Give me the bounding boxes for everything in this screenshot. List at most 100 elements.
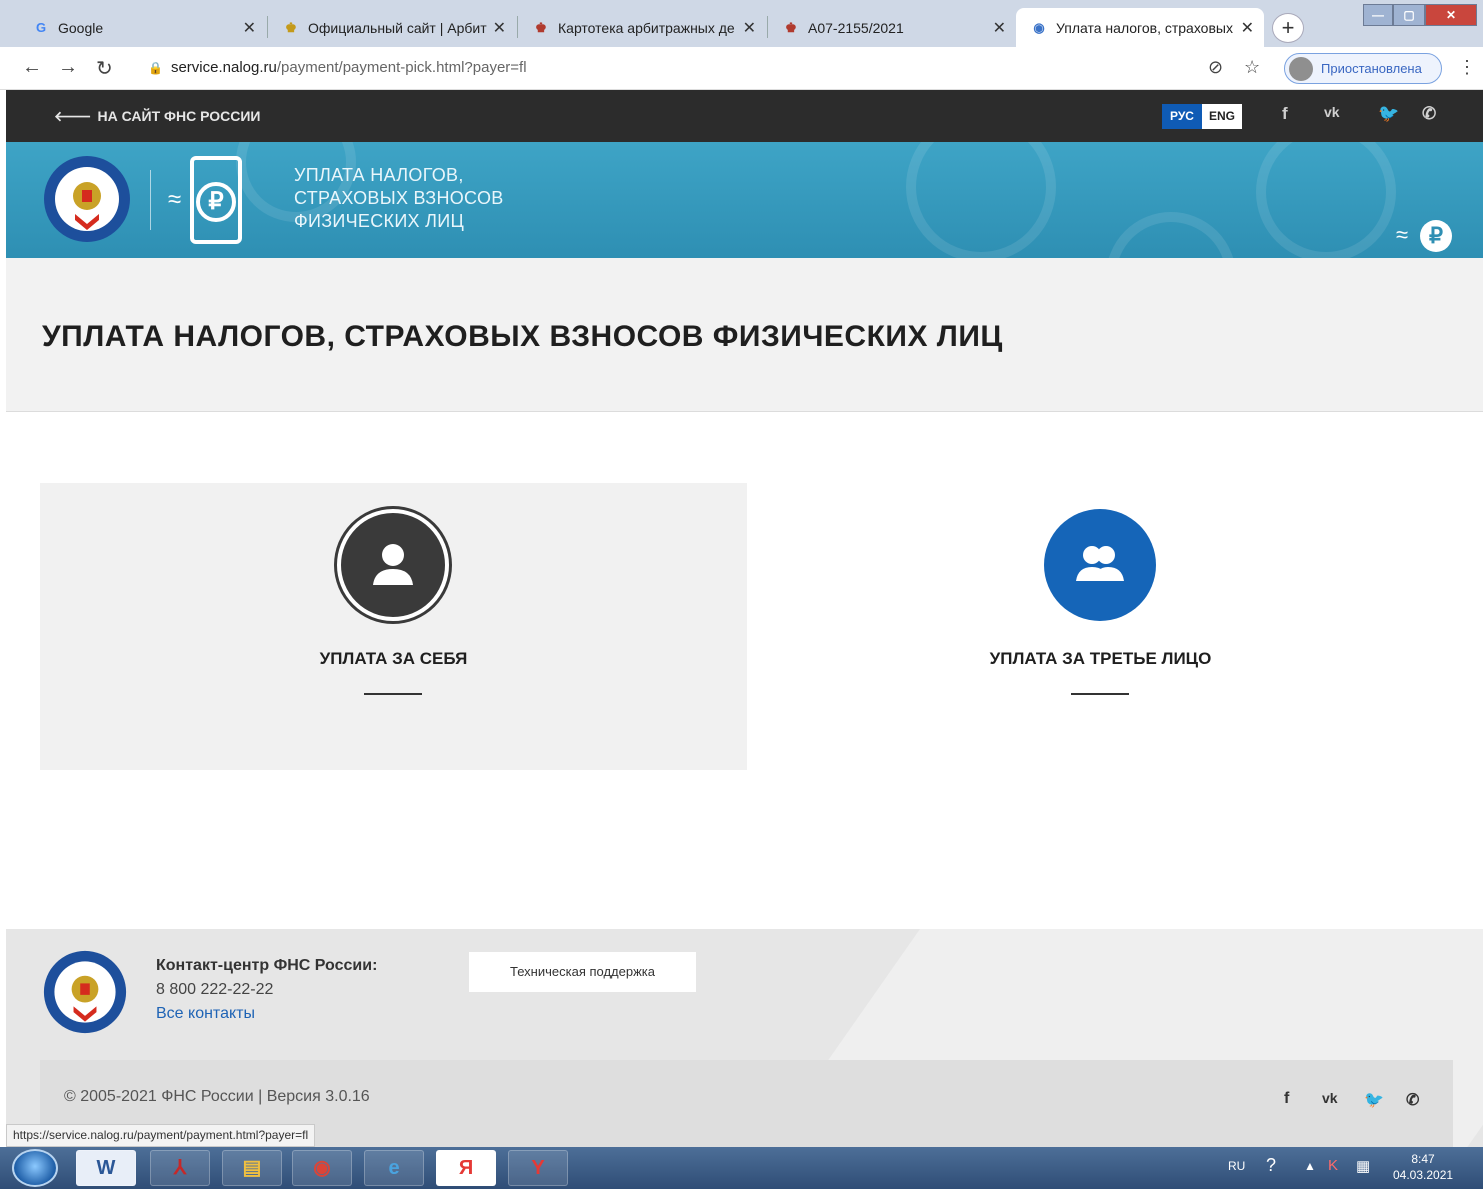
option-circle (337, 509, 449, 621)
lock-icon: 🔒 (148, 61, 163, 75)
browser-tab-active[interactable]: ◉ Уплата налогов, страховых ✕ (1016, 8, 1264, 47)
fns-emblem-icon (44, 156, 130, 242)
new-tab-button[interactable]: + (1272, 13, 1304, 43)
close-tab-icon[interactable]: ✕ (993, 18, 1006, 38)
page-header: УПЛАТА НАЛОГОВ, СТРАХОВЫХ ВЗНОСОВ ФИЗИЧЕ… (6, 258, 1483, 412)
chrome-icon[interactable]: ◉ (292, 1150, 352, 1186)
arrow-left-icon: 🡐 (54, 108, 92, 124)
close-tab-icon[interactable]: ✕ (243, 18, 256, 38)
network-icon[interactable]: ▦ (1356, 1157, 1370, 1175)
tech-support-button[interactable]: Техническая поддержка (469, 952, 696, 992)
vk-icon[interactable]: vk (1324, 104, 1340, 120)
browser-tab[interactable]: ♚ Картотека арбитражных де ✕ (518, 8, 766, 47)
antivirus-icon[interactable]: K (1328, 1157, 1338, 1174)
reload-icon[interactable]: ↻ (96, 56, 113, 81)
tab-title: Официальный сайт | Арбит (308, 19, 487, 36)
back-link-label: НА САЙТ ФНС РОССИИ (97, 108, 261, 124)
browser-tab[interactable]: G Google ✕ (18, 8, 266, 47)
service-banner: ≈ ₽ УПЛАТА НАЛОГОВ, СТРАХОВЫХ ВЗНОСОВ ФИ… (6, 142, 1483, 258)
close-tab-icon[interactable]: ✕ (1241, 18, 1254, 38)
browser-toolbar: ← → ↻ 🔒 service.nalog.ru/payment/payment-… (0, 47, 1483, 90)
acrobat-icon[interactable]: ⅄ (150, 1150, 210, 1186)
back-icon[interactable]: ← (22, 56, 42, 79)
ruble-icon: ₽ (196, 182, 236, 222)
star-icon[interactable]: ☆ (1244, 57, 1260, 78)
facebook-icon[interactable]: f (1282, 104, 1288, 124)
close-tab-icon[interactable]: ✕ (743, 18, 756, 38)
profile-button[interactable]: Приостановлена (1284, 53, 1442, 84)
contact-center-title: Контакт-центр ФНС России: (156, 957, 378, 974)
emblem-icon: ♚ (785, 19, 797, 35)
decor-circle (1106, 212, 1236, 258)
forward-icon[interactable]: → (58, 56, 78, 79)
all-contacts-link[interactable]: Все контакты (156, 1005, 255, 1023)
pay-for-self-card[interactable]: УПЛАТА ЗА СЕБЯ (40, 483, 747, 770)
emblem-icon: ♚ (535, 19, 547, 35)
start-button[interactable] (12, 1149, 58, 1187)
url-host: service.nalog.ru (170, 59, 277, 76)
page-title: УПЛАТА НАЛОГОВ, СТРАХОВЫХ ВЗНОСОВ ФИЗИЧЕ… (42, 320, 1003, 353)
twitter-icon[interactable]: 🐦 (1364, 1090, 1384, 1110)
option-underline (1071, 693, 1129, 695)
tab-title: Google (58, 19, 104, 36)
ruble-icon: ₽ (1420, 220, 1452, 252)
option-circle (1044, 509, 1156, 621)
clock-date: 04.03.2021 (1393, 1168, 1454, 1182)
contact-phone[interactable]: 8 800 222-22-22 (156, 981, 273, 999)
fns-emblem-icon (43, 950, 127, 1034)
tab-title: Картотека арбитражных де (558, 19, 735, 36)
emblem-icon: ♚ (285, 19, 297, 35)
tab-title: А07-2155/2021 (808, 19, 904, 36)
close-tab-icon[interactable]: ✕ (493, 18, 506, 38)
globe-icon: ◉ (1033, 19, 1045, 35)
browser-tab[interactable]: ♚ А07-2155/2021 ✕ (768, 8, 1016, 47)
back-to-fns-link[interactable]: 🡐 НА САЙТ ФНС РОССИИ (54, 108, 260, 125)
tab-title: Уплата налогов, страховых (1056, 19, 1233, 36)
banner-divider (150, 170, 151, 230)
user-icon (373, 544, 413, 585)
banner-title: УПЛАТА НАЛОГОВ, СТРАХОВЫХ ВЗНОСОВ ФИЗИЧЕ… (294, 164, 504, 233)
site-footer: Контакт-центр ФНС России: 8 800 222-22-2… (6, 929, 1483, 1147)
waves-icon: ≈ (1396, 222, 1409, 247)
clock[interactable]: 8:47 04.03.2021 (1393, 1151, 1453, 1183)
site-topbar: 🡐 НА САЙТ ФНС РОССИИ РУС ENG f vk 🐦 ✆ (6, 90, 1483, 142)
option-label: УПЛАТА ЗА ТРЕТЬЕ ЛИЦО (989, 649, 1212, 668)
explorer-icon[interactable]: ▤ (222, 1150, 282, 1186)
minimize-button[interactable]: — (1363, 4, 1393, 26)
maximize-button[interactable]: ▢ (1393, 4, 1425, 26)
status-url-tooltip: https://service.nalog.ru/payment/payment… (6, 1124, 316, 1147)
facebook-icon[interactable]: f (1284, 1090, 1289, 1108)
lang-eng-button[interactable]: ENG (1202, 104, 1242, 129)
help-icon[interactable]: ? (1266, 1155, 1276, 1176)
profile-status: Приостановлена (1321, 61, 1422, 76)
users-icon (1076, 546, 1124, 581)
yandex-icon[interactable]: Я (436, 1150, 496, 1186)
window-close-button[interactable]: ✕ (1425, 4, 1477, 26)
taskbar: W ⅄ ▤ ◉ e Я Y RU ? ▲ K ▦ 8:47 04.03.2021 (0, 1147, 1483, 1189)
browser-tab[interactable]: ♚ Официальный сайт | Арбит ✕ (268, 8, 516, 47)
yandex-browser-icon[interactable]: Y (508, 1150, 568, 1186)
keyboard-lang[interactable]: RU (1228, 1159, 1245, 1173)
banner-title-line: СТРАХОВЫХ ВЗНОСОВ (294, 188, 504, 208)
lang-rus-button[interactable]: РУС (1162, 104, 1202, 129)
avatar (1289, 56, 1313, 81)
ie-icon[interactable]: e (364, 1150, 424, 1186)
vk-icon[interactable]: vk (1322, 1090, 1338, 1106)
pay-for-third-party-card[interactable]: УПЛАТА ЗА ТРЕТЬЕ ЛИЦО (747, 483, 1454, 770)
google-icon: G (35, 20, 47, 35)
browser-tabstrip: G Google ✕ ♚ Официальный сайт | Арбит ✕ … (0, 0, 1483, 47)
option-label: УПЛАТА ЗА СЕБЯ (319, 649, 468, 668)
url-field[interactable]: 🔒 service.nalog.ru/payment/payment-pick.h… (148, 59, 527, 76)
tray-expand-icon[interactable]: ▲ (1304, 1159, 1316, 1173)
waves-icon: ≈ (168, 186, 182, 213)
menu-icon[interactable]: ⋮ (1458, 57, 1476, 78)
banner-title-line: УПЛАТА НАЛОГОВ, (294, 165, 464, 185)
word-icon[interactable]: W (76, 1150, 136, 1186)
twitter-icon[interactable]: 🐦 (1378, 104, 1399, 124)
clock-time: 8:47 (1411, 1152, 1435, 1166)
decor-circle (1256, 142, 1396, 258)
option-underline (364, 693, 422, 695)
phone-icon[interactable]: ✆ (1406, 1090, 1419, 1110)
phone-icon[interactable]: ✆ (1422, 104, 1436, 124)
eye-off-icon[interactable]: ⊘ (1208, 57, 1223, 78)
